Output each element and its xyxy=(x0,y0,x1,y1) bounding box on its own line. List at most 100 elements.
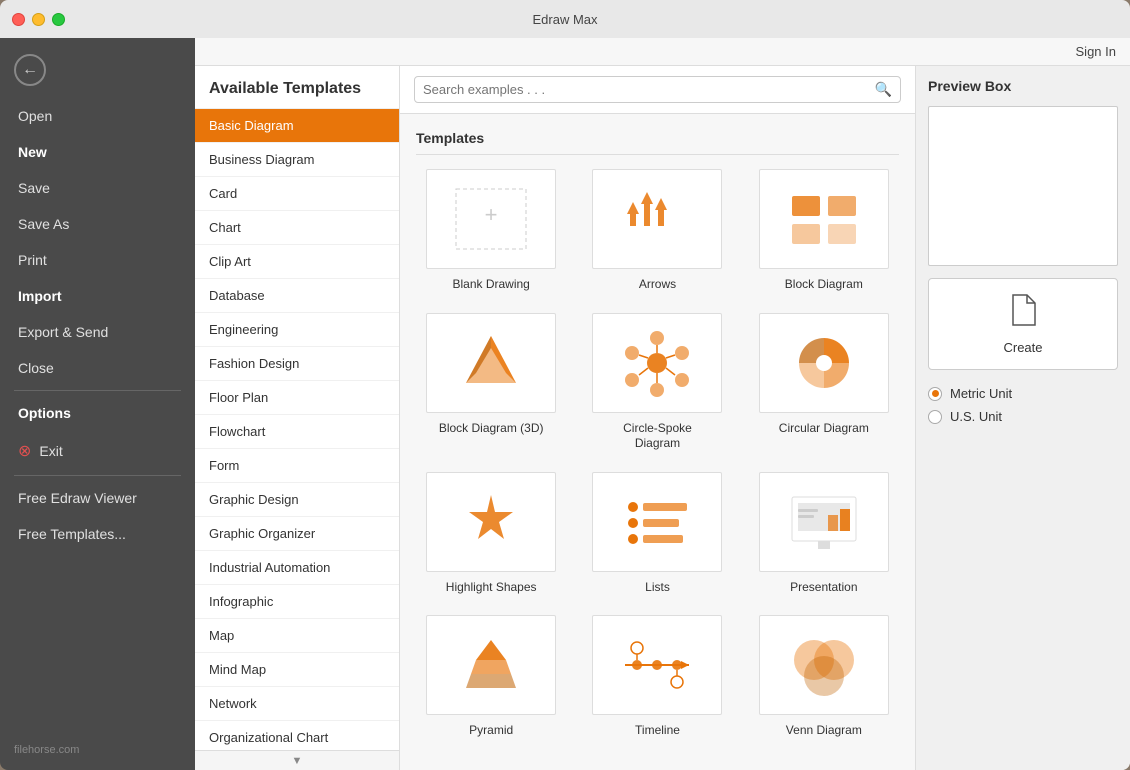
template-thumb-blank-drawing: + xyxy=(426,169,556,269)
sidebar-item-save-as[interactable]: Save As xyxy=(0,206,195,242)
search-input[interactable] xyxy=(423,82,869,97)
template-card-arrows[interactable]: Arrows xyxy=(582,169,732,293)
sidebar-label-import: Import xyxy=(18,288,62,304)
template-thumb-venn xyxy=(759,615,889,715)
available-templates-header: Available Templates xyxy=(195,66,399,109)
template-name-block-diagram: Block Diagram xyxy=(785,277,863,293)
sidebar-label-save-as: Save As xyxy=(18,216,69,232)
metric-unit-radio[interactable] xyxy=(928,387,942,401)
template-card-block-diagram-3d[interactable]: Block Diagram (3D) xyxy=(416,313,566,452)
us-unit-radio[interactable] xyxy=(928,410,942,424)
create-doc-icon xyxy=(1009,293,1037,334)
category-item-chart[interactable]: Chart xyxy=(195,211,399,245)
sidebar-item-close[interactable]: Close xyxy=(0,350,195,386)
sidebar-label-options: Options xyxy=(18,405,71,421)
template-card-pyramid[interactable]: Pyramid xyxy=(416,615,566,739)
search-icon[interactable]: 🔍 xyxy=(875,81,892,98)
sidebar-item-free-templates[interactable]: Free Templates... xyxy=(0,516,195,552)
sidebar-label-save: Save xyxy=(18,180,50,196)
exit-icon: ⊗ xyxy=(18,441,31,461)
templates-panel: 🔍 Templates + xyxy=(400,66,915,770)
category-item-graphic-organizer[interactable]: Graphic Organizer xyxy=(195,517,399,551)
template-name-blank-drawing: Blank Drawing xyxy=(452,277,529,293)
category-item-business-diagram[interactable]: Business Diagram xyxy=(195,143,399,177)
sidebar-label-print: Print xyxy=(18,252,47,268)
sidebar-label-close: Close xyxy=(18,360,54,376)
sidebar-item-free-edraw[interactable]: Free Edraw Viewer xyxy=(0,480,195,516)
category-item-card[interactable]: Card xyxy=(195,177,399,211)
sidebar-item-exit[interactable]: ⊗ Exit xyxy=(0,431,195,471)
template-name-lists: Lists xyxy=(645,580,670,596)
metric-unit-option[interactable]: Metric Unit xyxy=(928,386,1118,401)
filehorse-badge: filehorse.com xyxy=(0,738,195,762)
category-item-flowchart[interactable]: Flowchart xyxy=(195,415,399,449)
search-bar: 🔍 xyxy=(400,66,915,114)
template-thumb-timeline xyxy=(592,615,722,715)
sidebar-item-import[interactable]: Import xyxy=(0,278,195,314)
create-button[interactable]: Create xyxy=(928,278,1118,370)
us-unit-label: U.S. Unit xyxy=(950,409,1002,424)
sidebar-bottom: filehorse.com xyxy=(0,730,195,770)
sidebar-item-options[interactable]: Options xyxy=(0,395,195,431)
category-panel: Available Templates Basic Diagram Busine… xyxy=(195,66,400,770)
maximize-window-button[interactable] xyxy=(52,13,65,26)
category-item-organizational-chart[interactable]: Organizational Chart xyxy=(195,721,399,750)
back-circle-icon[interactable]: ← xyxy=(14,54,46,86)
category-item-graphic-design[interactable]: Graphic Design xyxy=(195,483,399,517)
close-window-button[interactable] xyxy=(12,13,25,26)
template-card-circle-spoke[interactable]: Circle-SpokeDiagram xyxy=(582,313,732,452)
template-card-timeline[interactable]: Timeline xyxy=(582,615,732,739)
template-card-highlight-shapes[interactable]: Highlight Shapes xyxy=(416,472,566,596)
category-item-database[interactable]: Database xyxy=(195,279,399,313)
category-item-industrial-automation[interactable]: Industrial Automation xyxy=(195,551,399,585)
sidebar-item-print[interactable]: Print xyxy=(0,242,195,278)
preview-panel: Preview Box Create Metric Unit xyxy=(915,66,1130,770)
template-card-presentation[interactable]: Presentation xyxy=(749,472,899,596)
title-bar: Edraw Max xyxy=(0,0,1130,38)
category-item-clip-art[interactable]: Clip Art xyxy=(195,245,399,279)
template-name-venn: Venn Diagram xyxy=(786,723,862,739)
traffic-lights xyxy=(12,13,65,26)
template-name-pyramid: Pyramid xyxy=(469,723,513,739)
sign-in-link[interactable]: Sign In xyxy=(1076,44,1116,59)
sidebar-label-open: Open xyxy=(18,108,52,124)
category-item-floor-plan[interactable]: Floor Plan xyxy=(195,381,399,415)
sidebar-item-save[interactable]: Save xyxy=(0,170,195,206)
category-item-infographic[interactable]: Infographic xyxy=(195,585,399,619)
template-thumb-highlight-shapes xyxy=(426,472,556,572)
category-item-basic-diagram[interactable]: Basic Diagram xyxy=(195,109,399,143)
sidebar-item-open[interactable]: Open xyxy=(0,98,195,134)
template-name-circle-spoke: Circle-SpokeDiagram xyxy=(623,421,692,452)
category-item-network[interactable]: Network xyxy=(195,687,399,721)
templates-grid-area: Templates + Blank Drawing xyxy=(400,114,915,770)
category-list[interactable]: Basic Diagram Business Diagram Card Char… xyxy=(195,109,399,750)
template-card-circular-diagram[interactable]: Circular Diagram xyxy=(749,313,899,452)
template-card-lists[interactable]: Lists xyxy=(582,472,732,596)
content-area: Sign In Available Templates Basic Diagra… xyxy=(195,38,1130,770)
search-input-wrapper: 🔍 xyxy=(414,76,901,103)
minimize-window-button[interactable] xyxy=(32,13,45,26)
sidebar-item-export-send[interactable]: Export & Send xyxy=(0,314,195,350)
metric-unit-label: Metric Unit xyxy=(950,386,1012,401)
category-item-engineering[interactable]: Engineering xyxy=(195,313,399,347)
template-card-block-diagram[interactable]: Block Diagram xyxy=(749,169,899,293)
template-card-venn[interactable]: Venn Diagram xyxy=(749,615,899,739)
template-name-arrows: Arrows xyxy=(639,277,676,293)
sidebar-item-new[interactable]: New xyxy=(0,134,195,170)
us-unit-option[interactable]: U.S. Unit xyxy=(928,409,1118,424)
category-scroll-down[interactable]: ▼ xyxy=(195,750,399,770)
sidebar-label-exit: Exit xyxy=(39,443,62,459)
category-item-fashion-design[interactable]: Fashion Design xyxy=(195,347,399,381)
category-item-map[interactable]: Map xyxy=(195,619,399,653)
template-thumb-pyramid xyxy=(426,615,556,715)
back-button[interactable]: ← xyxy=(0,46,195,94)
category-item-form[interactable]: Form xyxy=(195,449,399,483)
template-name-circular-diagram: Circular Diagram xyxy=(779,421,869,437)
template-name-block-diagram-3d: Block Diagram (3D) xyxy=(439,421,544,437)
sidebar: ← Open New Save Save As Print Import Exp… xyxy=(0,38,195,770)
template-thumb-block-diagram xyxy=(759,169,889,269)
sidebar-label-new: New xyxy=(18,144,47,160)
category-item-mind-map[interactable]: Mind Map xyxy=(195,653,399,687)
template-name-presentation: Presentation xyxy=(790,580,857,596)
template-card-blank-drawing[interactable]: + Blank Drawing xyxy=(416,169,566,293)
